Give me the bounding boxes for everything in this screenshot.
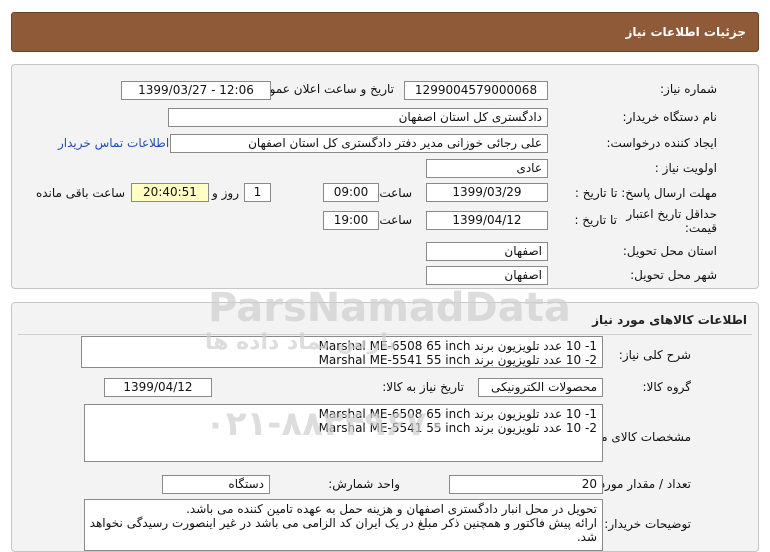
validity-time-label: ساعت (379, 213, 412, 227)
remaining-time-field: 20:40:51 (131, 183, 209, 202)
unit-field: دستگاه (162, 475, 270, 494)
remaining-time-label: ساعت باقی مانده (35, 186, 125, 200)
creator-field: علی رجائی خوزانی مدیر دفتر دادگستری کل ا… (170, 134, 548, 153)
specs-line-2: 2- 10 عدد تلویزیون برند Marshal ME-5541 … (318, 421, 597, 435)
priority-field: عادی (426, 159, 548, 178)
quantity-field: 20 (449, 475, 603, 494)
buyer-org-field: دادگستری کل استان اصفهان (168, 108, 548, 127)
summary-line-2: 2- 10 عدد تلویزیون برند Marshal ME-5541 … (318, 353, 597, 367)
page-title: جزئیات اطلاعات نیاز (625, 25, 746, 39)
need-number-field: 1299004579000068 (404, 81, 548, 100)
announce-datetime-field: 1399/03/27 - 12:06 (121, 81, 271, 100)
notes-line-1: تحویل در محل انبار دادگستری اصفهان و هزی… (186, 502, 597, 516)
validity-date-field: 1399/04/12 (426, 211, 548, 230)
province-field: اصفهان (426, 242, 548, 261)
province-label: استان محل تحویل: (622, 244, 717, 258)
validity-time-field: 19:00 (323, 211, 379, 230)
deadline-date-field: 1399/03/29 (426, 183, 548, 202)
page-header: جزئیات اطلاعات نیاز (11, 12, 759, 52)
days-remaining-field: 1 (244, 183, 271, 202)
notes-line-3: شد. (576, 530, 597, 544)
specs-field: 1- 10 عدد تلویزیون برند Marshal ME-6508 … (84, 404, 603, 462)
goods-panel-divider (18, 334, 752, 335)
deadline-time-field: 09:00 (323, 183, 379, 202)
specs-line-1: 1- 10 عدد تلویزیون برند Marshal ME-6508 … (318, 407, 597, 421)
deadline-time-label: ساعت (379, 186, 412, 200)
goods-group-label: گروه کالا: (642, 380, 692, 394)
days-label: روز و (212, 186, 239, 200)
buyer-org-label: نام دستگاه خریدار: (622, 110, 718, 124)
goods-panel-title: اطلاعات کالاهای مورد نیاز (592, 313, 747, 327)
buyer-contact-link[interactable]: اطلاعات تماس خریدار (58, 136, 169, 150)
priority-label: اولویت نیاز : (654, 161, 717, 175)
buyer-notes-label: توضیحات خریدار: (604, 517, 691, 531)
need-number-label: شماره نیاز: (660, 82, 717, 96)
summary-line-1: 1- 10 عدد تلویزیون برند Marshal ME-6508 … (318, 339, 597, 353)
summary-label: شرح کلی نیاز: (618, 348, 691, 362)
goods-group-field: محصولات الکترونیکی (478, 378, 603, 397)
validity-to-label: تا تاریخ : (574, 213, 617, 227)
notes-line-2: ارائه پیش فاکتور و همچنین ذکر مبلغ در یک… (89, 516, 597, 530)
city-field: اصفهان (426, 266, 548, 285)
creator-label: ایجاد کننده درخواست: (606, 136, 717, 150)
buyer-notes-field: تحویل در محل انبار دادگستری اصفهان و هزی… (84, 499, 603, 551)
city-label: شهر محل تحویل: (630, 268, 717, 282)
unit-label: واحد شمارش: (328, 477, 400, 491)
deadline-label: مهلت ارسال پاسخ: تا تاریخ : (574, 186, 717, 200)
summary-field: 1- 10 عدد تلویزیون برند Marshal ME-6508 … (81, 336, 603, 368)
need-date-label: تاریخ نیاز به کالا: (382, 380, 464, 394)
need-date-field: 1399/04/12 (104, 378, 212, 397)
